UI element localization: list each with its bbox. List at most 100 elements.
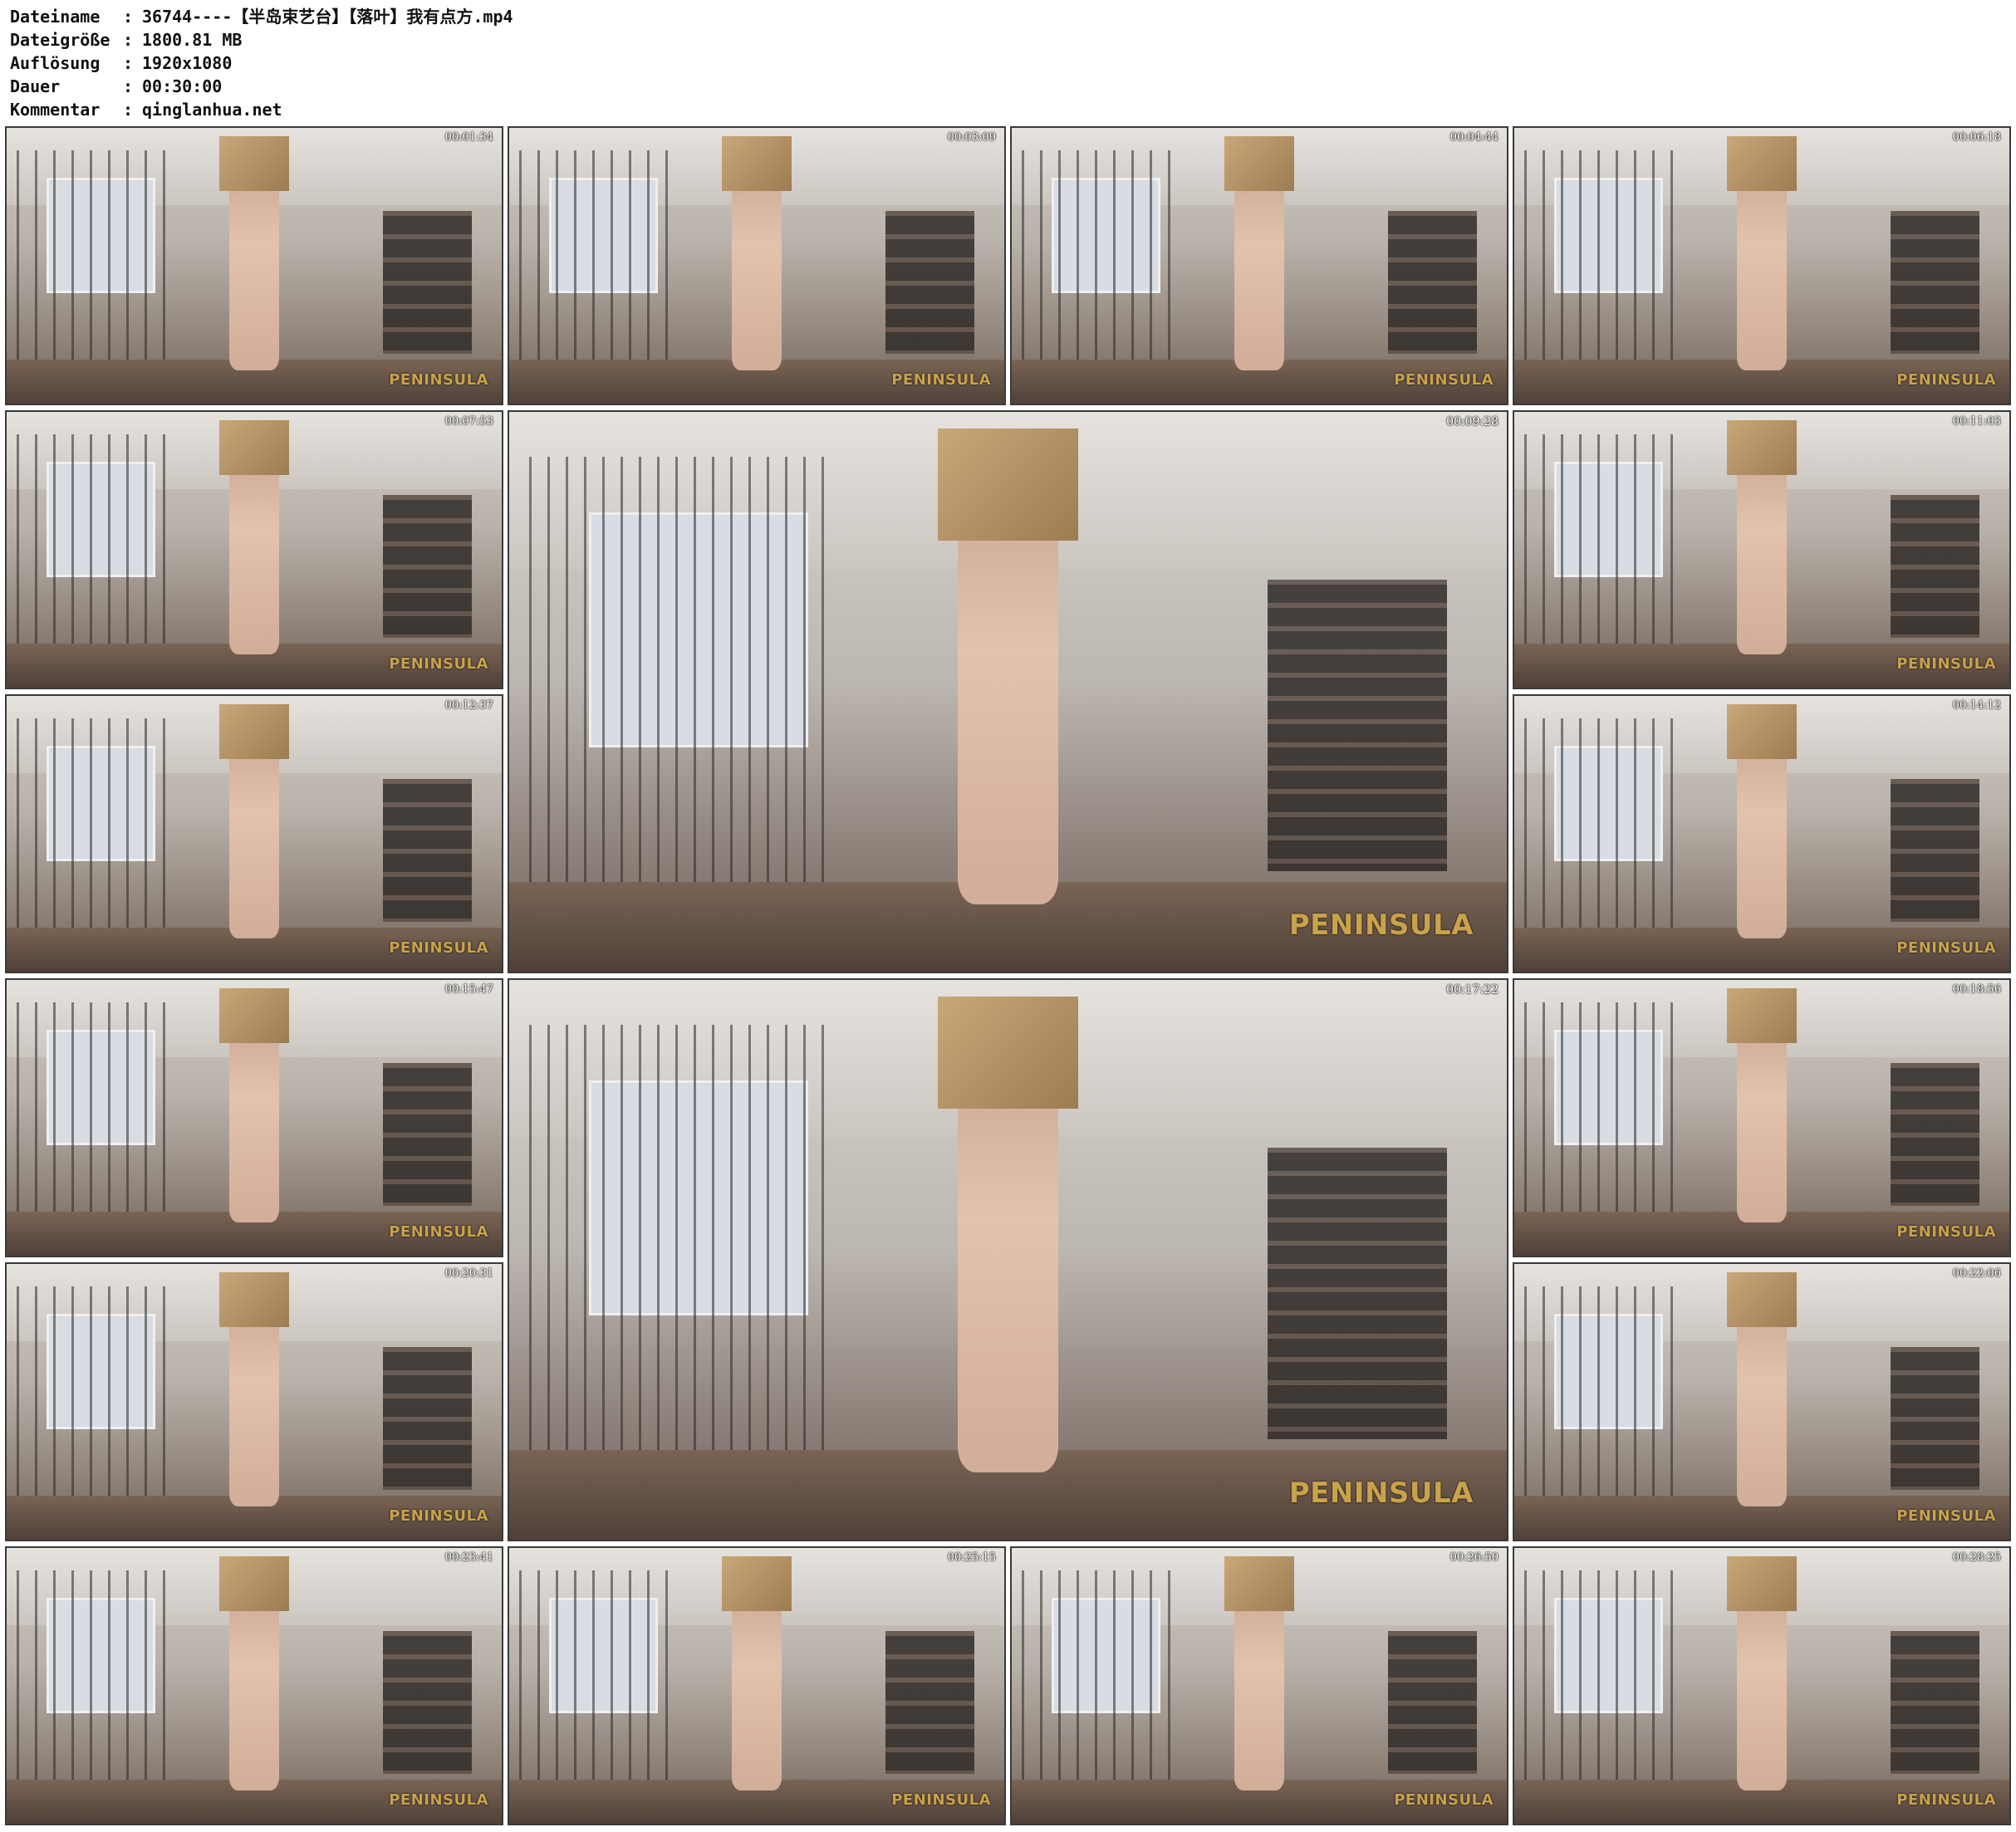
figure-shape: [1737, 1580, 1787, 1791]
figure-shape: [958, 1046, 1058, 1473]
figure-shape: [732, 160, 782, 371]
figure-shape: [1737, 1012, 1787, 1223]
bookshelf-shape: [885, 1630, 975, 1775]
cage-shape: [16, 434, 165, 666]
wooden-box-shape: [219, 987, 289, 1044]
wooden-box-shape: [1727, 419, 1797, 476]
video-thumbnail[interactable]: 00:17:22 PENINSULA: [508, 978, 1508, 1541]
wooden-box-shape: [1224, 1555, 1294, 1612]
thumbnail-timestamp: 00:17:22: [1446, 983, 1499, 997]
video-thumbnail[interactable]: 00:06:18 PENINSULA: [1513, 126, 2011, 405]
wooden-box-shape: [1727, 1555, 1797, 1612]
watermark-logo: PENINSULA: [1394, 1791, 1494, 1809]
watermark-logo: PENINSULA: [1896, 371, 1996, 389]
video-thumbnail[interactable]: 00:04:44 PENINSULA: [1010, 126, 1508, 405]
wooden-box-shape: [219, 1555, 289, 1612]
watermark-logo: PENINSULA: [389, 939, 488, 957]
bookshelf-shape: [1890, 494, 1980, 639]
cage-shape: [1523, 1286, 1673, 1518]
cage-shape: [1523, 149, 1673, 382]
thumbnail-timestamp: 00:18:56: [1952, 983, 2001, 996]
figure-shape: [229, 1580, 279, 1791]
wooden-box-shape: [219, 703, 289, 760]
cage-shape: [16, 1286, 165, 1518]
bookshelf-shape: [382, 1346, 473, 1491]
wooden-box-shape: [219, 135, 289, 192]
video-thumbnail[interactable]: 00:01:34 PENINSULA: [5, 126, 503, 405]
video-thumbnail[interactable]: 00:03:09 PENINSULA: [508, 126, 1006, 405]
watermark-logo: PENINSULA: [1896, 1507, 1996, 1525]
wooden-box-shape: [938, 429, 1078, 541]
watermark-logo: PENINSULA: [891, 1791, 991, 1809]
cage-shape: [1021, 149, 1170, 382]
thumbnail-timestamp: 00:03:09: [947, 131, 996, 144]
figure-shape: [958, 478, 1058, 905]
bookshelf-shape: [1890, 210, 1980, 355]
cage-shape: [1021, 1570, 1170, 1802]
watermark-logo: PENINSULA: [1896, 939, 1996, 957]
video-thumbnail[interactable]: 00:18:56 PENINSULA: [1513, 978, 2011, 1257]
wooden-box-shape: [1727, 135, 1797, 192]
thumbnail-timestamp: 00:12:37: [444, 699, 493, 712]
video-thumbnail[interactable]: 00:15:47 PENINSULA: [5, 978, 503, 1257]
watermark-logo: PENINSULA: [1288, 1477, 1474, 1510]
wooden-box-shape: [1727, 703, 1797, 760]
thumbnail-timestamp: 00:14:12: [1952, 699, 2001, 712]
thumbnail-timestamp: 00:07:53: [444, 415, 493, 428]
bookshelf-shape: [382, 494, 473, 639]
video-thumbnail[interactable]: 00:14:12 PENINSULA: [1513, 694, 2011, 973]
thumbnail-timestamp: 00:11:03: [1952, 415, 2001, 428]
thumbnail-timestamp: 00:06:18: [1952, 131, 2001, 144]
video-thumbnail[interactable]: 00:26:50 PENINSULA: [1010, 1546, 1508, 1825]
video-thumbnail[interactable]: 00:20:31 PENINSULA: [5, 1262, 503, 1541]
figure-shape: [1234, 160, 1284, 371]
wooden-box-shape: [722, 1555, 792, 1612]
watermark-logo: PENINSULA: [1896, 1791, 1996, 1809]
cage-shape: [16, 1002, 165, 1234]
wooden-box-shape: [722, 135, 792, 192]
cage-shape: [16, 1570, 165, 1802]
watermark-logo: PENINSULA: [1896, 655, 1996, 673]
thumbnail-timestamp: 00:22:06: [1952, 1267, 2001, 1280]
bookshelf-shape: [1267, 1148, 1447, 1439]
thumbnail-timestamp: 00:25:15: [947, 1551, 996, 1564]
figure-shape: [229, 160, 279, 371]
thumbnail-timestamp: 00:04:44: [1449, 131, 1499, 144]
video-thumbnail[interactable]: 00:28:25 PENINSULA: [1513, 1546, 2011, 1825]
thumbnail-timestamp: 00:26:50: [1449, 1551, 1499, 1564]
video-thumbnail[interactable]: 00:23:41 PENINSULA: [5, 1546, 503, 1825]
thumbnail-timestamp: 00:23:41: [444, 1551, 493, 1564]
bookshelf-shape: [382, 1062, 473, 1207]
video-thumbnail[interactable]: 00:09:28 PENINSULA: [508, 410, 1508, 973]
figure-shape: [1737, 1296, 1787, 1507]
watermark-logo: PENINSULA: [1896, 1223, 1996, 1241]
cage-shape: [1523, 718, 1673, 950]
thumbnail-timestamp: 00:20:31: [444, 1267, 493, 1280]
watermark-logo: PENINSULA: [389, 1791, 488, 1809]
figure-shape: [229, 1012, 279, 1223]
figure-shape: [229, 1296, 279, 1507]
thumbnail-timestamp: 00:09:28: [1446, 415, 1499, 429]
video-thumbnail[interactable]: 00:25:15 PENINSULA: [508, 1546, 1006, 1825]
watermark-logo: PENINSULA: [1288, 909, 1474, 942]
bookshelf-shape: [1890, 778, 1980, 923]
cage-shape: [518, 149, 668, 382]
bookshelf-shape: [1890, 1346, 1980, 1491]
video-thumbnail[interactable]: 00:11:03 PENINSULA: [1513, 410, 2011, 689]
wooden-box-shape: [219, 419, 289, 476]
cage-shape: [529, 456, 829, 928]
video-thumbnail[interactable]: 00:07:53 PENINSULA: [5, 410, 503, 689]
bookshelf-shape: [382, 1630, 473, 1775]
bookshelf-shape: [1267, 580, 1447, 871]
watermark-logo: PENINSULA: [891, 371, 991, 389]
watermark-logo: PENINSULA: [389, 1507, 488, 1525]
bookshelf-shape: [1387, 1630, 1478, 1775]
watermark-logo: PENINSULA: [389, 371, 488, 389]
bookshelf-shape: [382, 778, 473, 923]
video-thumbnail[interactable]: 00:12:37 PENINSULA: [5, 694, 503, 973]
watermark-logo: PENINSULA: [389, 1223, 488, 1241]
video-thumbnail[interactable]: 00:22:06 PENINSULA: [1513, 1262, 2011, 1541]
bookshelf-shape: [382, 210, 473, 355]
cage-shape: [518, 1570, 668, 1802]
thumbnail-timestamp: 00:15:47: [444, 983, 493, 996]
